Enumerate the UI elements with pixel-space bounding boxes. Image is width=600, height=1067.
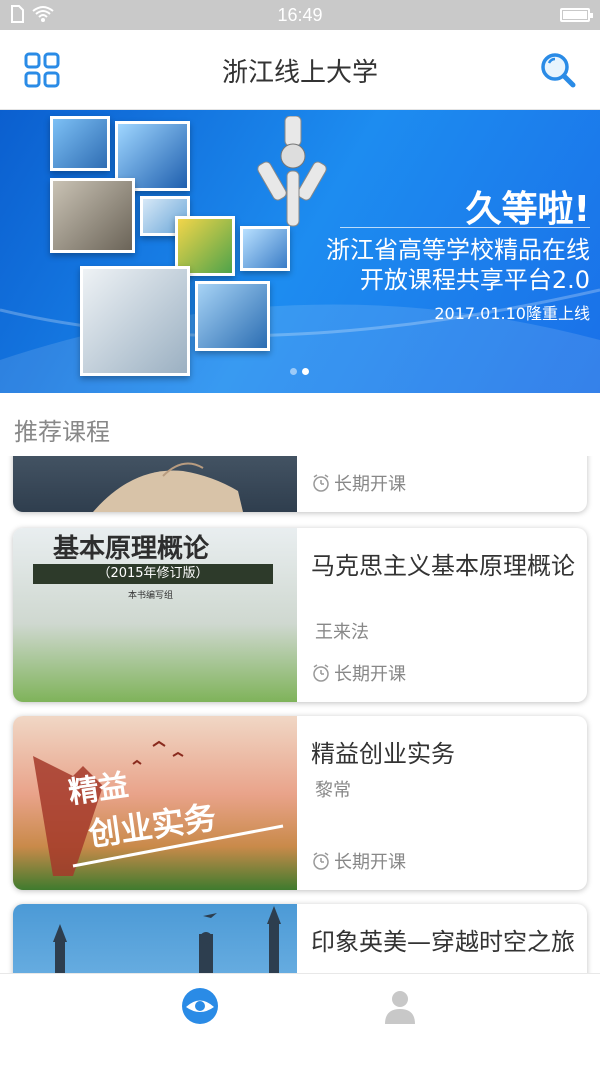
course-schedule: 长期开课 [311, 660, 406, 686]
banner-date: 2017.01.10隆重上线 [434, 304, 590, 323]
thumb-book-edition: （2015年修订版） [97, 566, 209, 581]
course-teacher: 王来法 [315, 622, 369, 643]
banner-illustration [40, 116, 340, 386]
pagination-dot[interactable] [302, 368, 309, 375]
banner-line-2: 开放课程共享平台2.0 [359, 266, 590, 294]
alarm-clock-icon [313, 664, 329, 682]
banner-divider [340, 227, 590, 228]
banner-screen [50, 178, 135, 253]
search-icon [541, 53, 576, 88]
alarm-clock-icon [313, 852, 329, 870]
course-thumbnail [13, 904, 297, 973]
status-time: 16:49 [277, 5, 323, 25]
hand-image [93, 462, 243, 512]
course-teacher: 黎常 [315, 780, 351, 801]
course-schedule-text: 长期开课 [334, 852, 406, 873]
battery-fill [563, 11, 587, 19]
course-title: 印象英美—穿越时空之旅 [311, 928, 575, 956]
course-schedule-text: 长期开课 [334, 664, 406, 685]
banner-screen [50, 116, 110, 171]
course-thumbnail [13, 456, 297, 512]
app-bar: 浙江线上大学 [0, 30, 600, 110]
battery-icon [560, 8, 593, 22]
status-bar: 16:49 [0, 0, 600, 30]
banner-pagination[interactable] [290, 368, 309, 375]
course-card[interactable]: 精益 创业实务 精益创业实务 黎常 长期开课 [13, 716, 587, 890]
course-title: 马克思主义基本原理概论 [311, 552, 575, 580]
bottom-nav [0, 973, 600, 1067]
promo-banner[interactable]: 久等啦! 浙江省高等学校精品在线 开放课程共享平台2.0 2017.01.10隆… [0, 110, 600, 393]
pagination-dot[interactable] [290, 368, 297, 375]
banner-headline: 久等啦! [465, 189, 590, 230]
eye-icon [182, 988, 218, 1024]
nav-profile-tab[interactable] [380, 986, 420, 1026]
section-title: 推荐课程 [14, 418, 110, 446]
thumb-book-title: 基本原理概论 [53, 534, 210, 564]
robot-arm-icon [257, 116, 327, 227]
thumb-book-band: （2015年修订版） [33, 564, 273, 584]
course-title: 精益创业实务 [311, 740, 455, 768]
course-card[interactable]: 长期开课 [13, 456, 587, 512]
course-card[interactable]: 基本原理概论 （2015年修订版） 本书编写组 马克思主义基本原理概论 王来法 … [13, 528, 587, 702]
course-schedule-text: 长期开课 [334, 474, 406, 495]
nav-discover-tab[interactable] [180, 986, 220, 1026]
page-title: 浙江线上大学 [221, 58, 378, 88]
alarm-clock-icon [313, 474, 329, 492]
course-schedule: 长期开课 [311, 848, 406, 874]
course-list[interactable]: 长期开课 基本原理概论 （2015年修订版） 本书编写组 马克思主义基本原理概论… [0, 456, 600, 973]
course-schedule: 长期开课 [311, 470, 406, 496]
course-thumbnail: 精益 创业实务 [13, 716, 297, 890]
banner-screen [80, 266, 190, 376]
course-card[interactable]: 印象英美—穿越时空之旅 [13, 904, 587, 973]
profile-icon [385, 991, 415, 1024]
thumb-book-author: 本书编写组 [128, 591, 174, 601]
search-button[interactable] [538, 50, 578, 90]
banner-screen [195, 281, 270, 351]
course-thumbnail: 基本原理概论 （2015年修订版） 本书编写组 [13, 528, 297, 702]
landmarks-image [53, 906, 281, 973]
